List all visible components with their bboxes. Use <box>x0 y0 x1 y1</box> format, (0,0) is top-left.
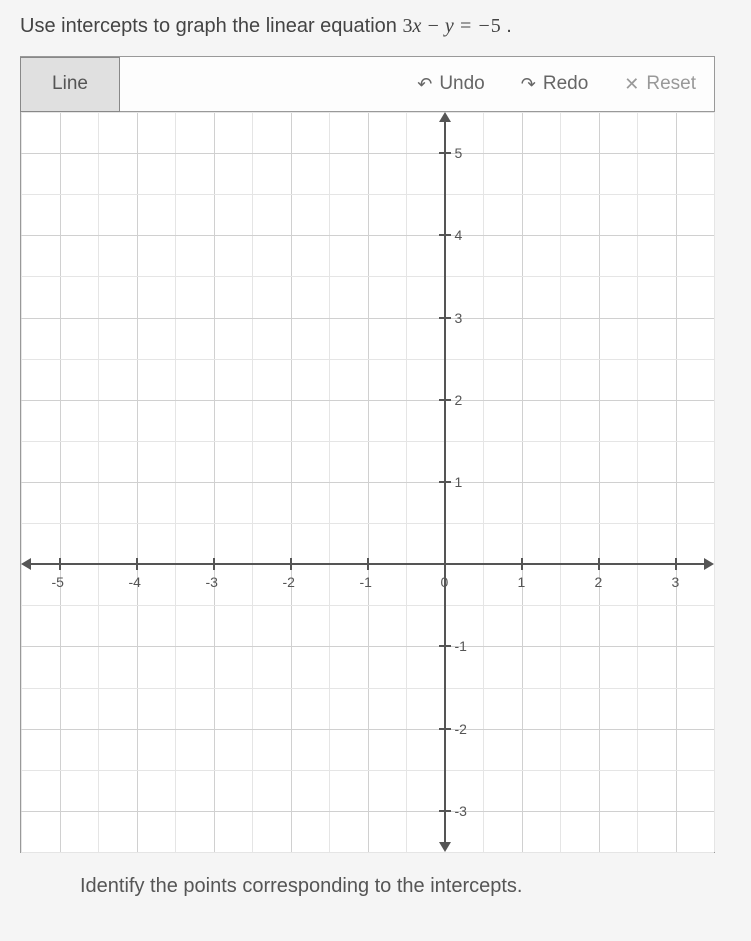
question-text: Use intercepts to graph the linear equat… <box>20 15 731 38</box>
line-tool-button[interactable]: Line <box>20 57 120 112</box>
y-tick-label: 3 <box>455 310 463 326</box>
x-tick-label: 2 <box>595 574 603 590</box>
question-suffix: . <box>501 15 512 37</box>
y-tick-label: -2 <box>455 721 467 737</box>
x-tick-label: -2 <box>283 574 295 590</box>
reset-button[interactable]: ✕ Reset <box>606 57 714 111</box>
x-tick-label: 1 <box>518 574 526 590</box>
arrow-down <box>439 842 451 852</box>
x-tick-label: -5 <box>52 574 64 590</box>
instruction-text: Identify the points corresponding to the… <box>80 875 731 898</box>
x-tick-label: -3 <box>206 574 218 590</box>
y-tick-label: 5 <box>455 145 463 161</box>
reset-icon: ✕ <box>624 75 639 93</box>
redo-label: Redo <box>543 73 588 95</box>
redo-button[interactable]: ↷ Redo <box>503 57 607 111</box>
y-tick-label: -3 <box>455 803 467 819</box>
question-prefix: Use intercepts to graph the linear equat… <box>20 15 402 37</box>
undo-label: Undo <box>439 73 484 95</box>
x-tick-label: 0 <box>441 574 449 590</box>
toolbar: Line ↶ Undo ↷ Redo ✕ Reset <box>21 57 714 112</box>
x-tick-label: -1 <box>360 574 372 590</box>
x-tick-label: 3 <box>672 574 680 590</box>
y-tick-label: 4 <box>455 227 463 243</box>
undo-icon: ↶ <box>417 75 432 93</box>
arrow-left <box>21 558 31 570</box>
graph-canvas[interactable]: -5 -4 -3 -2 -1 0 1 2 3 -3 -2 -1 1 2 3 4 5 <box>21 112 714 852</box>
line-tool-label: Line <box>52 73 88 95</box>
redo-icon: ↷ <box>521 75 536 93</box>
question-equation: 3x − y = −5 <box>402 15 500 37</box>
undo-button[interactable]: ↶ Undo <box>399 57 503 111</box>
y-tick-label: 2 <box>455 392 463 408</box>
arrow-up <box>439 112 451 122</box>
reset-label: Reset <box>646 73 696 95</box>
x-tick-label: -4 <box>129 574 141 590</box>
arrow-right <box>704 558 714 570</box>
y-tick-label: 1 <box>455 474 463 490</box>
graph-container: Line ↶ Undo ↷ Redo ✕ Reset -5 -4 -3 -2 -1 0 1 2… <box>20 56 715 853</box>
y-tick-label: -1 <box>455 638 467 654</box>
